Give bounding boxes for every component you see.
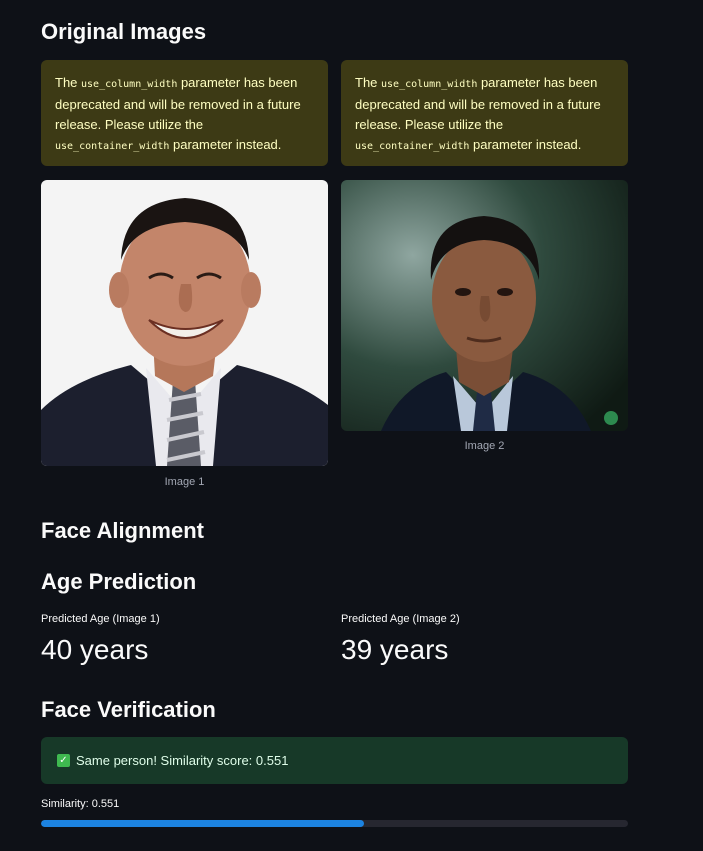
verification-success-alert: ✓ Same person! Similarity score: 0.551 [41,737,628,784]
warning-text-before: The [355,75,382,90]
face-alignment-heading: Face Alignment [41,518,204,543]
image-1-caption: Image 1 [164,476,205,488]
original-images-heading: Original Images [41,19,207,44]
warning-code-column-width: use_column_width [381,79,478,90]
age-prediction-heading: Age Prediction [41,569,197,594]
deprecation-warning-1: The use_column_width parameter has been … [41,60,328,166]
image-2[interactable] [341,180,628,431]
warning-text-after: parameter instead. [169,137,282,152]
similarity-label: Similarity: 0.551 [41,798,120,810]
warning-text-before: The [55,75,82,90]
age-metric-label-2: Predicted Age (Image 2) [341,613,460,625]
warning-text-after: parameter instead. [469,137,582,152]
deprecation-warning-2: The use_column_width parameter has been … [341,60,628,166]
main-content: Original Images The use_column_width par… [0,0,703,851]
warning-code-container-width: use_container_width [55,141,170,152]
image-2-caption: Image 2 [464,440,505,452]
warning-code-container-width: use_container_width [355,141,470,152]
similarity-progress-fill [41,820,365,827]
age-metric-value-2: 39 years [341,634,449,665]
portrait-1-illustration [41,180,328,466]
age-metric-label-1: Predicted Age (Image 1) [41,613,160,625]
age-metric-value-1: 40 years [41,634,149,665]
check-icon: ✓ [57,754,70,767]
portrait-2-illustration [341,180,628,431]
face-verification-heading: Face Verification [41,697,216,722]
similarity-progress-bar [41,820,628,827]
image-1[interactable] [41,180,328,466]
verification-message: Same person! Similarity score: 0.551 [76,753,289,768]
warning-code-column-width: use_column_width [81,79,178,90]
